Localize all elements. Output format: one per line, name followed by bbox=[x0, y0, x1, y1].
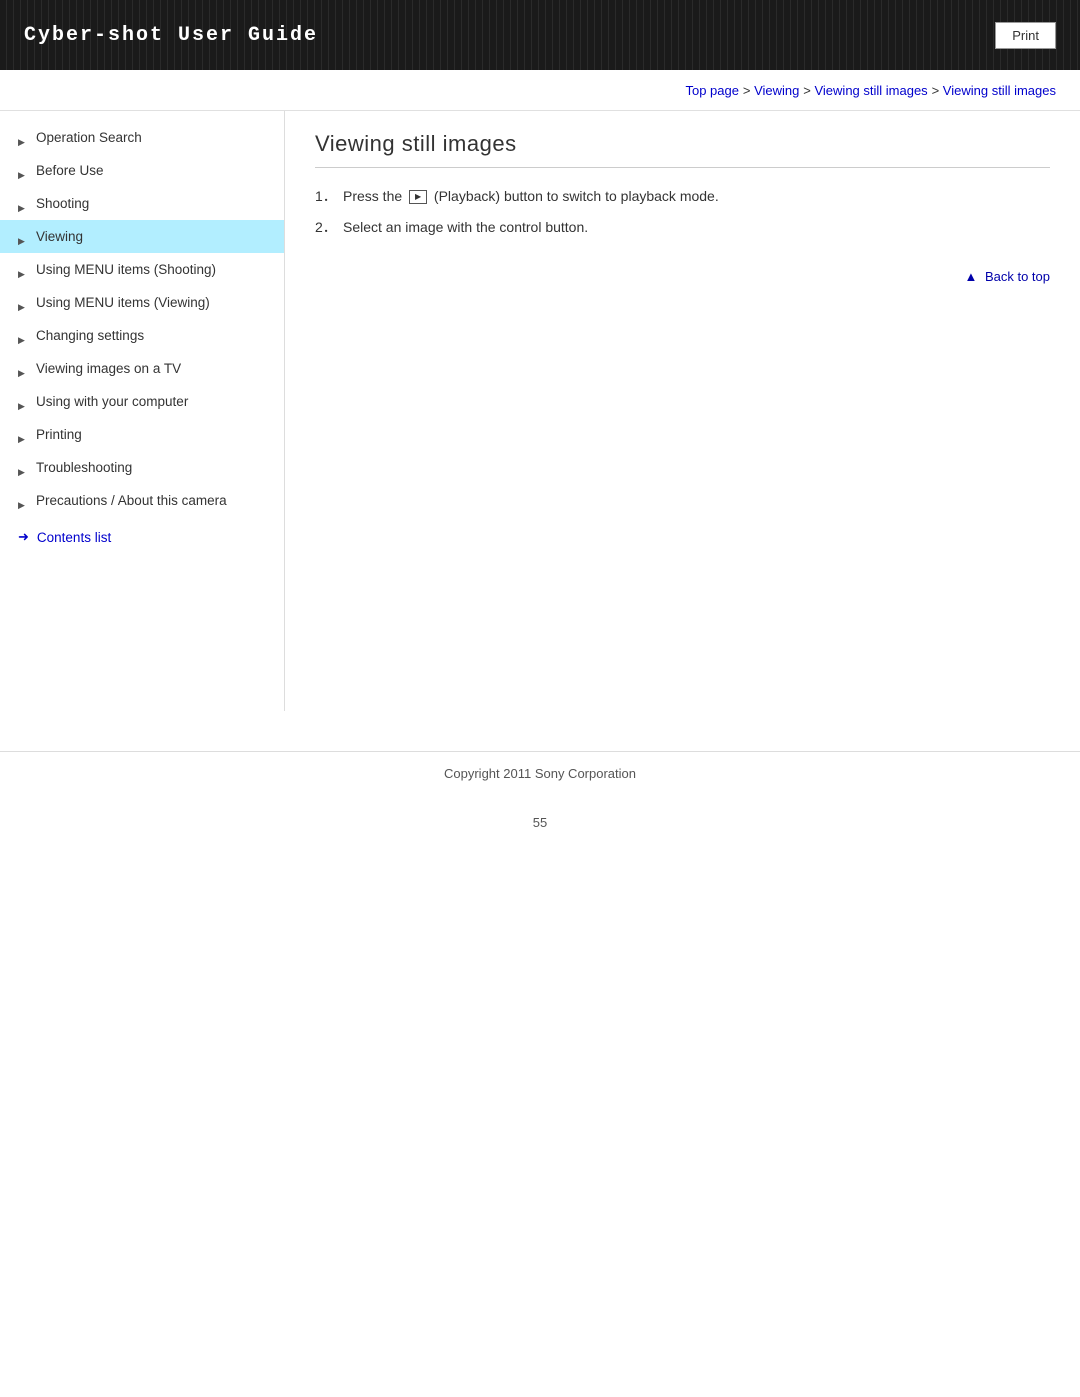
sidebar-label: Before Use bbox=[36, 163, 104, 178]
breadcrumb-viewing-still-current[interactable]: Viewing still images bbox=[943, 83, 1056, 98]
sidebar-item-precautions[interactable]: Precautions / About this camera bbox=[0, 484, 284, 517]
arrow-icon bbox=[18, 397, 28, 407]
sidebar-item-menu-shooting[interactable]: Using MENU items (Shooting) bbox=[0, 253, 284, 286]
sidebar-item-operation-search[interactable]: Operation Search bbox=[0, 121, 284, 154]
sidebar-label: Printing bbox=[36, 427, 82, 442]
instructions-list: 1． Press the (Playback) button to switch… bbox=[315, 186, 1050, 238]
step-1-text: Press the (Playback) button to switch to… bbox=[343, 186, 719, 207]
arrow-icon bbox=[18, 199, 28, 209]
arrow-icon bbox=[18, 331, 28, 341]
breadcrumb-viewing[interactable]: Viewing bbox=[754, 83, 799, 98]
sidebar-label: Operation Search bbox=[36, 130, 142, 145]
sidebar-item-viewing[interactable]: Viewing bbox=[0, 220, 284, 253]
breadcrumb: Top page > Viewing > Viewing still image… bbox=[0, 70, 1080, 111]
sidebar-item-before-use[interactable]: Before Use bbox=[0, 154, 284, 187]
back-to-top: ▲ Back to top bbox=[315, 268, 1050, 284]
playback-icon bbox=[409, 190, 427, 204]
sidebar-label: Changing settings bbox=[36, 328, 144, 343]
contents-list-label: Contents list bbox=[37, 530, 111, 545]
arrow-right-icon: ➜ bbox=[18, 529, 29, 545]
step-1: 1． Press the (Playback) button to switch… bbox=[315, 186, 1050, 207]
sidebar-label: Using MENU items (Shooting) bbox=[36, 262, 216, 277]
sidebar-label: Viewing images on a TV bbox=[36, 361, 181, 376]
sidebar-label: Using with your computer bbox=[36, 394, 188, 409]
sidebar-item-viewing-tv[interactable]: Viewing images on a TV bbox=[0, 352, 284, 385]
breadcrumb-top-page[interactable]: Top page bbox=[685, 83, 739, 98]
sidebar-label: Precautions / About this camera bbox=[36, 493, 227, 508]
sidebar-item-computer[interactable]: Using with your computer bbox=[0, 385, 284, 418]
print-button[interactable]: Print bbox=[995, 22, 1056, 49]
arrow-icon bbox=[18, 298, 28, 308]
arrow-icon bbox=[18, 463, 28, 473]
arrow-icon bbox=[18, 364, 28, 374]
step-1-number: 1． bbox=[315, 186, 343, 207]
step-2-number: 2． bbox=[315, 217, 343, 238]
arrow-icon bbox=[18, 232, 28, 242]
sidebar-label: Viewing bbox=[36, 229, 83, 244]
arrow-icon bbox=[18, 430, 28, 440]
footer: Copyright 2011 Sony Corporation bbox=[0, 751, 1080, 795]
arrow-icon bbox=[18, 265, 28, 275]
step-2: 2． Select an image with the control butt… bbox=[315, 217, 1050, 238]
sidebar-label: Using MENU items (Viewing) bbox=[36, 295, 210, 310]
sidebar-label: Shooting bbox=[36, 196, 89, 211]
main-layout: Operation Search Before Use Shooting Vie… bbox=[0, 111, 1080, 711]
sidebar-item-printing[interactable]: Printing bbox=[0, 418, 284, 451]
app-title: Cyber-shot User Guide bbox=[24, 24, 318, 47]
sidebar-item-menu-viewing[interactable]: Using MENU items (Viewing) bbox=[0, 286, 284, 319]
sidebar-item-troubleshooting[interactable]: Troubleshooting bbox=[0, 451, 284, 484]
sidebar-item-shooting[interactable]: Shooting bbox=[0, 187, 284, 220]
triangle-up-icon: ▲ bbox=[964, 269, 977, 284]
arrow-icon bbox=[18, 496, 28, 506]
main-content: Viewing still images 1． Press the (Playb… bbox=[285, 111, 1080, 314]
sidebar: Operation Search Before Use Shooting Vie… bbox=[0, 111, 285, 711]
breadcrumb-viewing-still[interactable]: Viewing still images bbox=[814, 83, 927, 98]
contents-list-link[interactable]: ➜ Contents list bbox=[0, 517, 284, 557]
step-2-text: Select an image with the control button. bbox=[343, 217, 588, 238]
back-to-top-link[interactable]: ▲ Back to top bbox=[964, 269, 1050, 284]
sidebar-label: Troubleshooting bbox=[36, 460, 132, 475]
copyright-text: Copyright 2011 Sony Corporation bbox=[444, 766, 636, 781]
header: Cyber-shot User Guide Print bbox=[0, 0, 1080, 70]
back-to-top-label: Back to top bbox=[985, 269, 1050, 284]
sidebar-item-changing-settings[interactable]: Changing settings bbox=[0, 319, 284, 352]
page-title: Viewing still images bbox=[315, 131, 1050, 168]
page-number: 55 bbox=[0, 795, 1080, 850]
arrow-icon bbox=[18, 133, 28, 143]
arrow-icon bbox=[18, 166, 28, 176]
